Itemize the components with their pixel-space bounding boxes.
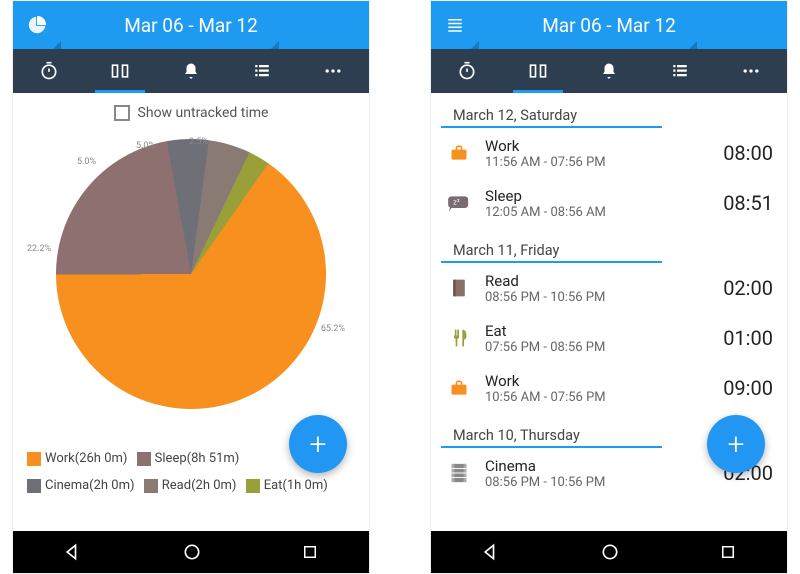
date-range-title[interactable]: Mar 06 - Mar 12: [51, 14, 331, 37]
day-header: March 11, Friday: [441, 234, 662, 263]
day-header: March 12, Saturday: [441, 99, 662, 128]
time-entry[interactable]: z² Sleep12:05 AM - 08:56 AM08:51: [431, 178, 787, 228]
legend-label: Sleep(8h 51m): [155, 447, 240, 470]
entry-time-range: 07:56 PM - 08:56 PM: [485, 340, 723, 355]
entry-time-range: 10:56 AM - 07:56 PM: [485, 390, 723, 405]
checkbox-label: Show untracked time: [138, 105, 269, 121]
sleep-icon: z²: [445, 191, 473, 215]
tab-log[interactable]: [502, 49, 573, 93]
tab-bar: [13, 49, 369, 93]
entries-list: March 12, SaturdayWork11:56 AM - 07:56 P…: [431, 93, 787, 531]
phone-pie-view: Mar 06 - Mar 12 Show untracked time 65.2…: [12, 0, 370, 574]
phone-list-view: Mar 06 - Mar 12 March 12, SaturdayWork11…: [430, 0, 788, 574]
time-entry[interactable]: Eat07:56 PM - 08:56 PM01:00: [431, 313, 787, 363]
tab-timer[interactable]: [431, 49, 502, 93]
pie-chart: 65.2% 22.2% 5.0% 5.0% 2.5%: [41, 139, 341, 439]
entry-duration: 01:00: [723, 326, 773, 350]
entry-title: Read: [485, 272, 723, 290]
show-untracked-checkbox[interactable]: Show untracked time: [13, 93, 369, 127]
legend-item: Read(2h 0m): [144, 474, 237, 497]
entry-title: Eat: [485, 322, 723, 340]
entry-title: Work: [485, 137, 723, 155]
android-nav-bar: [431, 531, 787, 573]
app-header: Mar 06 - Mar 12: [13, 1, 369, 49]
pie-content: Show untracked time 65.2% 22.2% 5.0% 5.0…: [13, 93, 369, 531]
entry-duration: 08:51: [723, 191, 773, 215]
legend-swatch: [137, 452, 151, 466]
app-header: Mar 06 - Mar 12: [431, 1, 787, 49]
entry-time-range: 08:56 PM - 10:56 PM: [485, 475, 723, 490]
tab-timer[interactable]: [13, 49, 84, 93]
entry-time-range: 11:56 AM - 07:56 PM: [485, 155, 723, 170]
recents-button[interactable]: [719, 543, 737, 561]
svg-text:z²: z²: [453, 198, 460, 207]
entry-duration: 09:00: [723, 376, 773, 400]
book-icon: [445, 276, 473, 300]
menu-icon[interactable]: [441, 11, 469, 39]
legend-swatch: [246, 479, 260, 493]
legend-label: Eat(1h 0m): [264, 474, 328, 497]
plus-icon: +: [728, 427, 745, 462]
time-entry[interactable]: Work10:56 AM - 07:56 PM09:00: [431, 363, 787, 413]
tab-bar: [431, 49, 787, 93]
entry-duration: 02:00: [723, 276, 773, 300]
entry-title: Sleep: [485, 187, 723, 205]
tab-list[interactable]: [645, 49, 716, 93]
legend-swatch: [27, 479, 41, 493]
plus-icon: +: [310, 427, 327, 462]
home-button[interactable]: [182, 542, 202, 562]
film-icon: [445, 461, 473, 485]
legend-label: Cinema(2h 0m): [45, 474, 135, 497]
tab-alerts[interactable]: [155, 49, 226, 93]
back-button[interactable]: [481, 542, 501, 562]
entry-duration: 08:00: [723, 141, 773, 165]
entry-title: Work: [485, 372, 723, 390]
legend-swatch: [27, 452, 41, 466]
legend-label: Work(26h 0m): [45, 447, 127, 470]
entry-time-range: 12:05 AM - 08:56 AM: [485, 205, 723, 220]
add-fab[interactable]: +: [289, 415, 347, 473]
legend-label: Read(2h 0m): [162, 474, 237, 497]
tab-list[interactable]: [227, 49, 298, 93]
tab-log[interactable]: [84, 49, 155, 93]
legend-item: Eat(1h 0m): [246, 474, 328, 497]
entry-title: Cinema: [485, 457, 723, 475]
tab-alerts[interactable]: [573, 49, 644, 93]
pie-chart-icon[interactable]: [23, 11, 51, 39]
briefcase-icon: [445, 141, 473, 165]
tab-more[interactable]: [716, 49, 787, 93]
legend-swatch: [144, 479, 158, 493]
legend-item: Work(26h 0m): [27, 447, 127, 470]
checkbox-icon: [114, 105, 130, 121]
eat-icon: [445, 326, 473, 350]
recents-button[interactable]: [301, 543, 319, 561]
time-entry[interactable]: Read08:56 PM - 10:56 PM02:00: [431, 263, 787, 313]
home-button[interactable]: [600, 542, 620, 562]
android-nav-bar: [13, 531, 369, 573]
legend-item: Sleep(8h 51m): [137, 447, 240, 470]
entry-time-range: 08:56 PM - 10:56 PM: [485, 290, 723, 305]
time-entry[interactable]: Work11:56 AM - 07:56 PM08:00: [431, 128, 787, 178]
legend-item: Cinema(2h 0m): [27, 474, 135, 497]
add-fab[interactable]: +: [707, 415, 765, 473]
date-range-title[interactable]: Mar 06 - Mar 12: [469, 14, 749, 37]
briefcase-icon: [445, 376, 473, 400]
day-header: March 10, Thursday: [441, 419, 662, 448]
tab-more[interactable]: [298, 49, 369, 93]
back-button[interactable]: [63, 542, 83, 562]
